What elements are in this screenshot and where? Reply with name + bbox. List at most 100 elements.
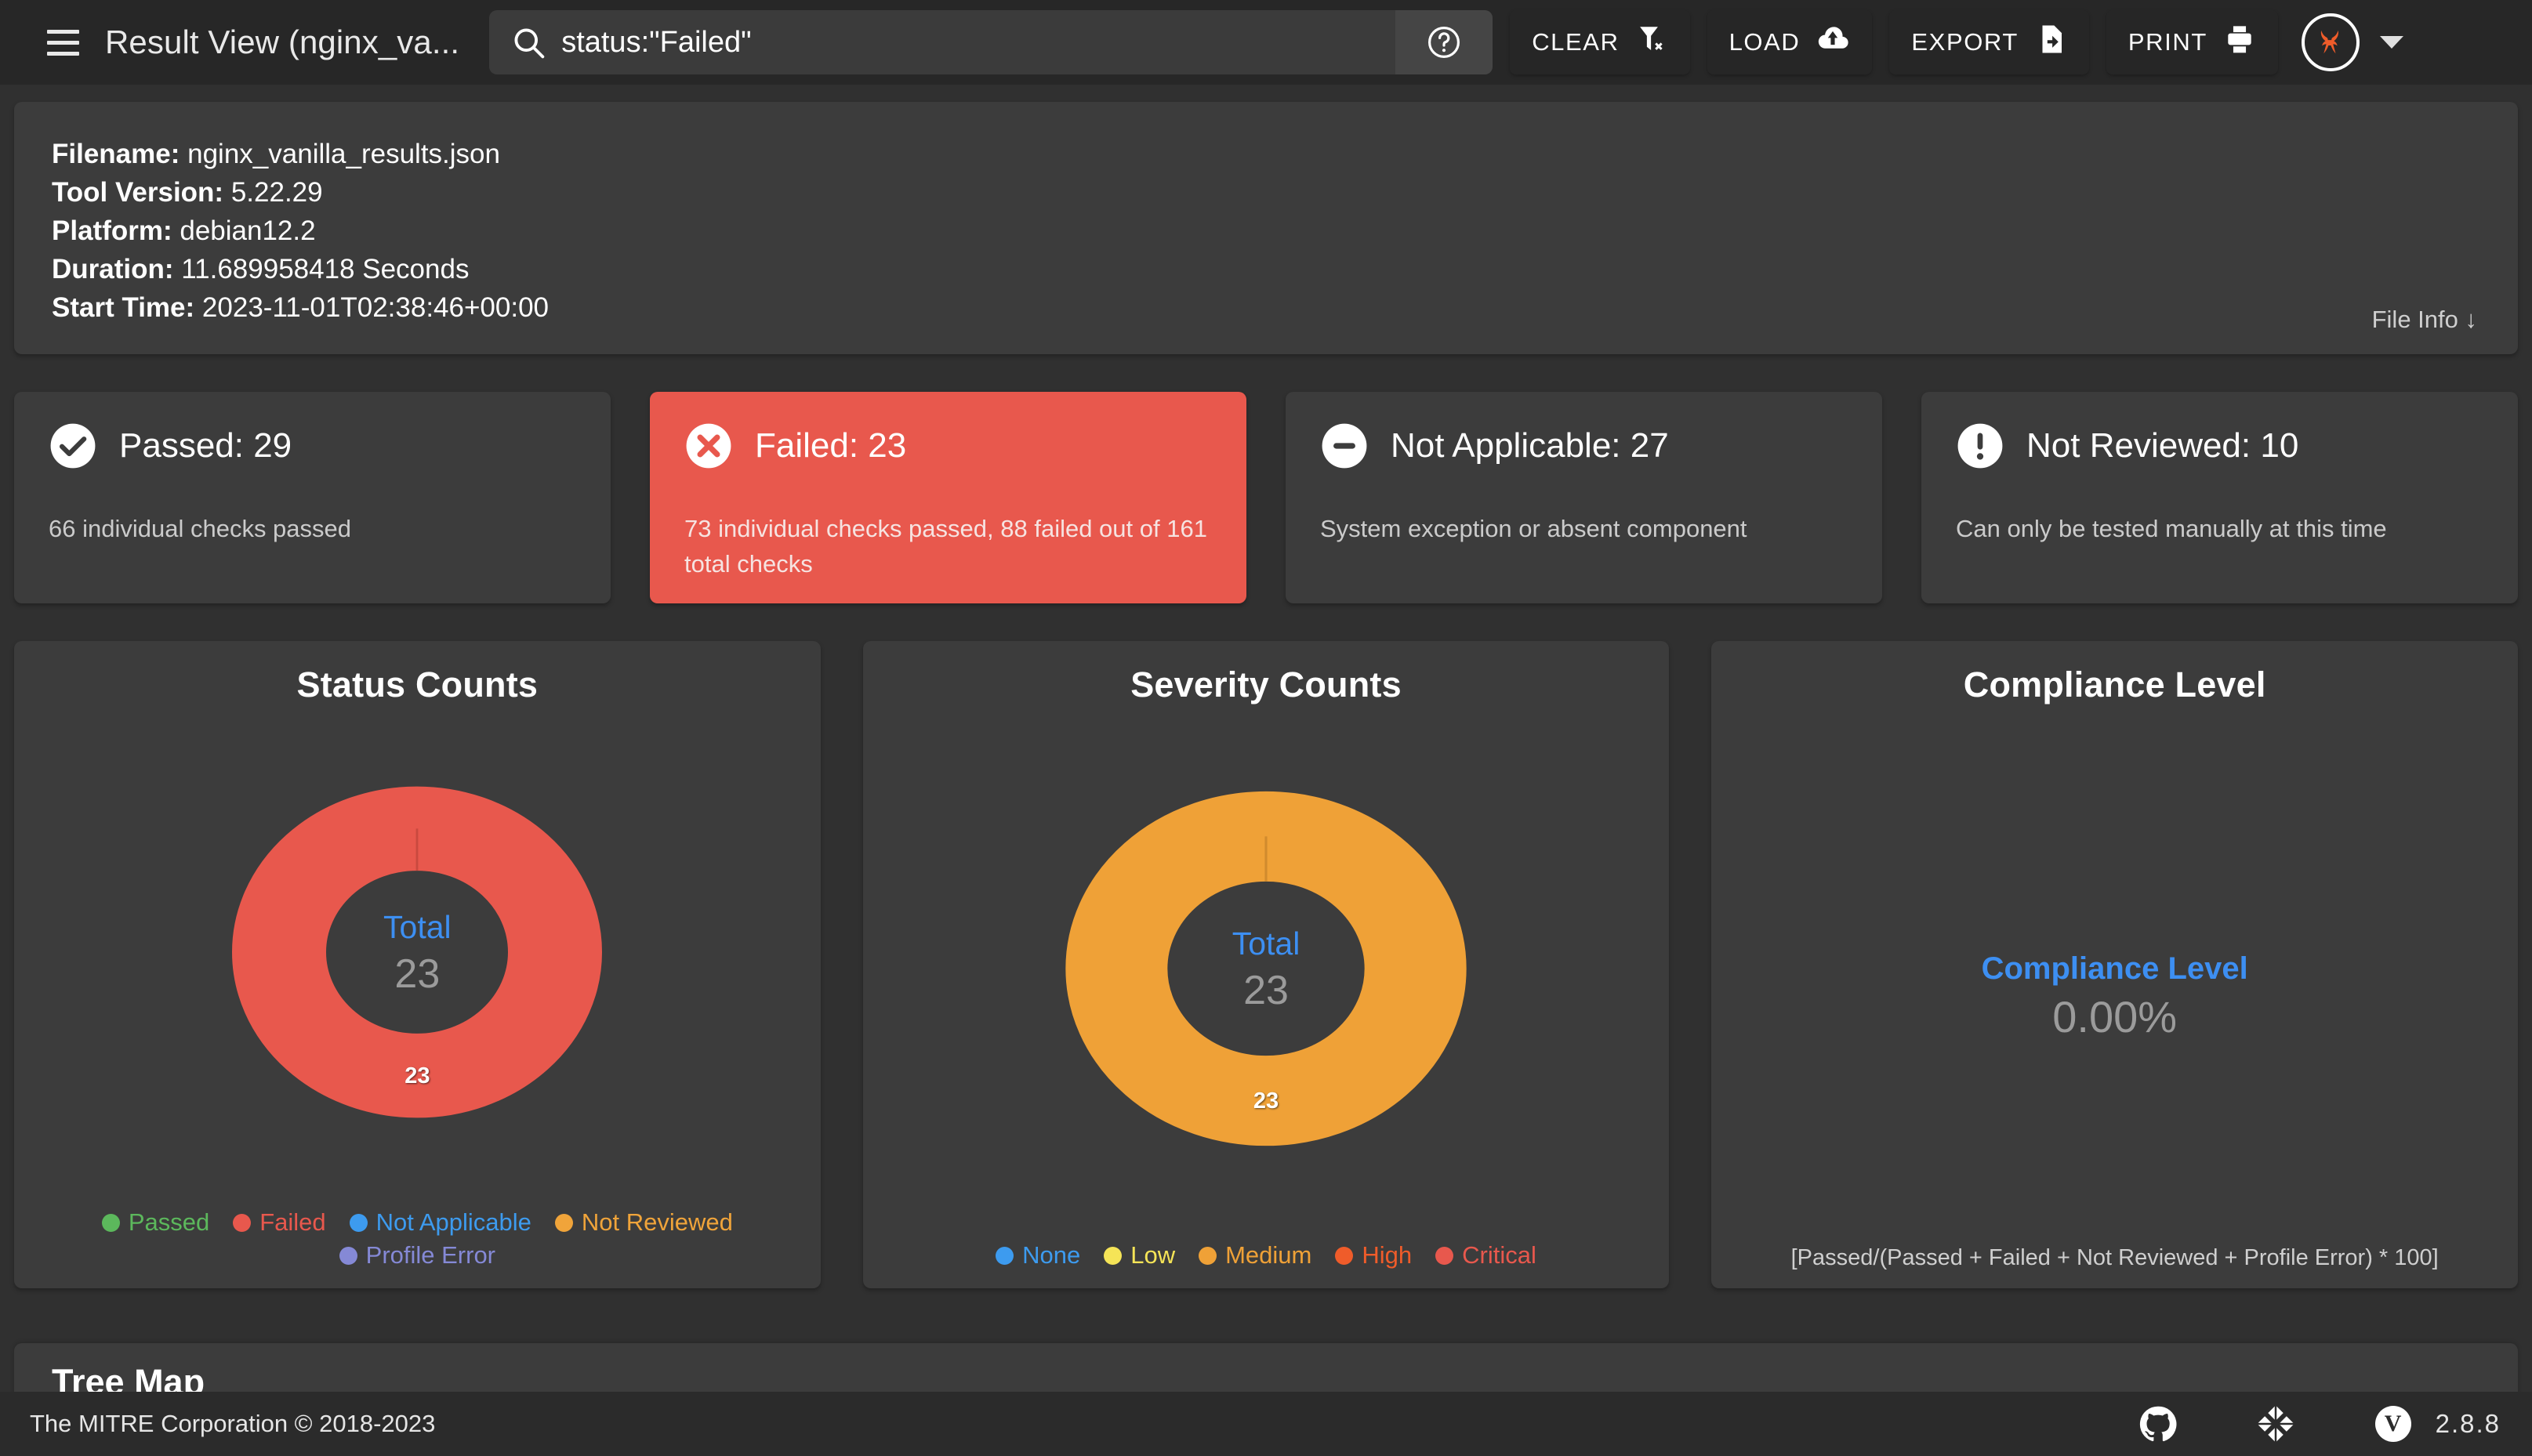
donut-slice-label: 23 — [404, 1063, 430, 1089]
donut-slice-label: 23 — [1253, 1088, 1279, 1114]
file-info-label: Tool Version: — [52, 177, 223, 208]
status-card-title: Passed: 29 — [119, 426, 292, 465]
compliance-formula: [Passed/(Passed + Failed + Not Reviewed … — [1711, 1245, 2518, 1271]
status-cards-row: Passed: 29 66 individual checks passed F… — [14, 392, 2518, 603]
cloud-upload-icon — [1816, 22, 1850, 63]
status-card-header: Not Reviewed: 10 — [1956, 422, 2483, 470]
legend-label: Not Applicable — [376, 1208, 531, 1237]
clear-button[interactable]: CLEAR — [1510, 10, 1689, 74]
file-info-toggle[interactable]: File Info ↓ — [2372, 306, 2477, 334]
legend-item-low[interactable]: Low — [1104, 1241, 1175, 1269]
status-card-failed[interactable]: Failed: 23 73 individual checks passed, … — [650, 392, 1246, 603]
status-counts-legend: Passed Failed Not Applicable Not Reviewe… — [14, 1208, 821, 1288]
severity-counts-donut[interactable]: Total 23 23 — [863, 696, 1670, 1241]
mitre-saf-logo-icon — [2310, 22, 2351, 63]
legend-dot-icon — [1104, 1247, 1122, 1265]
file-info-value: 2023-11-01T02:38:46+00:00 — [202, 292, 549, 323]
legend-item-none[interactable]: None — [996, 1241, 1080, 1269]
file-info-value: 11.689958418 Seconds — [181, 254, 469, 284]
legend-dot-icon — [339, 1247, 357, 1265]
status-card-title: Not Reviewed: 10 — [2026, 426, 2298, 465]
compliance-level-panel: Compliance Level Compliance Level 0.00% … — [1711, 641, 2518, 1288]
legend-dot-icon — [555, 1214, 573, 1232]
status-card-header: Passed: 29 — [49, 422, 576, 470]
load-button-label: LOAD — [1729, 28, 1801, 56]
file-info-row: Start Time: 2023-11-01T02:38:46+00:00 — [52, 288, 2480, 327]
file-export-icon — [2034, 23, 2067, 62]
file-info-label: Start Time: — [52, 292, 194, 323]
file-info-label: Duration: — [52, 254, 174, 284]
legend-label: None — [1022, 1241, 1080, 1269]
mitre-saf-diamond-icon[interactable] — [2255, 1403, 2296, 1444]
file-info-label: Platform: — [52, 216, 172, 246]
legend-label: Profile Error — [366, 1241, 495, 1269]
compliance-panel-title: Compliance Level — [1964, 665, 2266, 705]
search-icon — [511, 25, 546, 60]
legend-label: High — [1362, 1241, 1412, 1269]
legend-label: Medium — [1225, 1241, 1311, 1269]
legend-label: Not Reviewed — [582, 1208, 733, 1237]
legend-label: Passed — [129, 1208, 209, 1237]
legend-item-medium[interactable]: Medium — [1199, 1241, 1311, 1269]
legend-dot-icon — [1199, 1247, 1217, 1265]
file-info-row: Filename: nginx_vanilla_results.json — [52, 135, 2480, 173]
legend-label: Failed — [259, 1208, 325, 1237]
status-card-not-reviewed[interactable]: Not Reviewed: 10 Can only be tested manu… — [1921, 392, 2518, 603]
severity-counts-panel: Severity Counts Total 23 23 — [863, 641, 1670, 1288]
file-info-panel: Filename: nginx_vanilla_results.json Too… — [14, 102, 2518, 354]
load-button[interactable]: LOAD — [1707, 10, 1873, 74]
compliance-value: 0.00% — [2052, 991, 2177, 1042]
status-card-title: Failed: 23 — [755, 426, 906, 465]
github-icon[interactable] — [2138, 1403, 2178, 1444]
app-bar: Result View (nginx_va... CLEAR — [0, 0, 2532, 85]
legend-label: Critical — [1462, 1241, 1536, 1269]
legend-item-failed[interactable]: Failed — [233, 1208, 325, 1237]
user-menu[interactable] — [2302, 13, 2403, 71]
status-card-title: Not Applicable: 27 — [1391, 426, 1669, 465]
search-bar[interactable] — [489, 10, 1493, 74]
legend-dot-icon — [102, 1214, 120, 1232]
file-info-label: Filename: — [52, 139, 180, 169]
legend-dot-icon — [233, 1214, 251, 1232]
status-card-passed[interactable]: Passed: 29 66 individual checks passed — [14, 392, 611, 603]
legend-item-profile-error[interactable]: Profile Error — [34, 1241, 800, 1269]
status-counts-donut[interactable]: Total 23 23 — [14, 696, 821, 1208]
check-circle-icon — [49, 422, 97, 470]
legend-item-not-reviewed[interactable]: Not Reviewed — [555, 1208, 733, 1237]
version-badge-letter: V — [2375, 1406, 2411, 1442]
severity-counts-legend: None Low Medium High Critical — [863, 1241, 1670, 1288]
print-button[interactable]: PRINT — [2106, 10, 2278, 74]
filter-clear-icon — [1635, 23, 1668, 62]
hamburger-menu-icon[interactable] — [41, 20, 85, 64]
legend-dot-icon — [1435, 1247, 1453, 1265]
exclamation-circle-icon — [1956, 422, 2004, 470]
status-card-header: Failed: 23 — [684, 422, 1212, 470]
x-circle-icon — [684, 422, 733, 470]
compliance-body: Compliance Level 0.00% [Passed/(Passed +… — [1711, 705, 2518, 1288]
status-card-not-applicable[interactable]: Not Applicable: 27 System exception or a… — [1286, 392, 1882, 603]
page-title: Result View (nginx_va... — [105, 24, 459, 61]
legend-item-passed[interactable]: Passed — [102, 1208, 209, 1237]
file-info-value: nginx_vanilla_results.json — [187, 139, 500, 169]
printer-icon — [2223, 23, 2256, 62]
file-info-value: 5.22.29 — [231, 177, 323, 208]
status-card-subtitle: Can only be tested manually at this time — [1956, 511, 2487, 546]
search-input[interactable] — [561, 26, 1475, 60]
compliance-label: Compliance Level — [1982, 951, 2248, 987]
export-button[interactable]: EXPORT — [1889, 10, 2089, 74]
file-info-row: Tool Version: 5.22.29 — [52, 173, 2480, 212]
status-card-subtitle: 73 individual checks passed, 88 failed o… — [684, 511, 1215, 581]
legend-dot-icon — [1335, 1247, 1353, 1265]
charts-row: Status Counts Total 23 23 P — [14, 641, 2518, 1288]
legend-dot-icon — [996, 1247, 1014, 1265]
legend-item-high[interactable]: High — [1335, 1241, 1412, 1269]
result-view-page: Result View (nginx_va... CLEAR — [0, 0, 2532, 1456]
footer-bar: The MITRE Corporation © 2018-2023 — [0, 1392, 2532, 1456]
file-info-row: Duration: 11.689958418 Seconds — [52, 250, 2480, 288]
version-badge: V — [2373, 1403, 2414, 1444]
legend-item-not-applicable[interactable]: Not Applicable — [350, 1208, 531, 1237]
help-circle-icon[interactable] — [1395, 10, 1493, 74]
avatar[interactable] — [2302, 13, 2360, 71]
legend-item-critical[interactable]: Critical — [1435, 1241, 1536, 1269]
chevron-down-icon[interactable] — [2380, 36, 2403, 49]
